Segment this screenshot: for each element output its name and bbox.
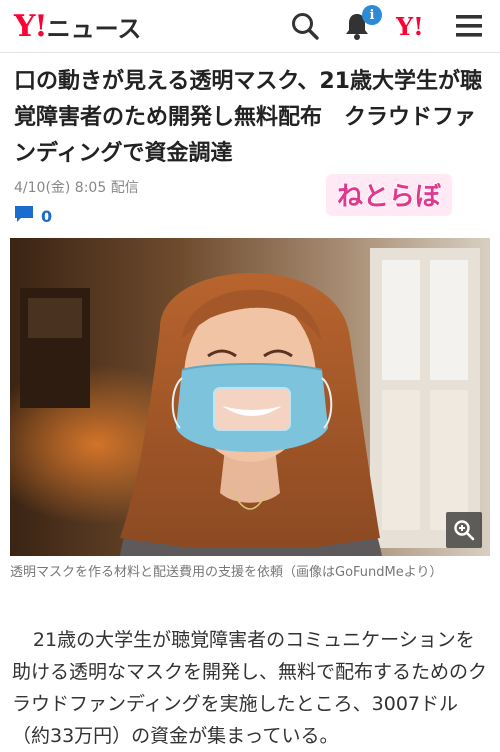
top-header: Y! ニュース i Y! [0, 0, 500, 53]
publish-date: 4/10(金) 8:05 配信 [14, 180, 139, 196]
source-logo[interactable]: ねとらぼ [326, 170, 452, 220]
comment-icon [14, 205, 34, 227]
logo-text: ニュース [46, 14, 142, 43]
comment-link[interactable]: 0 [14, 205, 52, 227]
svg-text:ねとらぼ: ねとらぼ [337, 182, 442, 212]
zoom-icon[interactable] [446, 512, 482, 548]
article-title: 口の動きが見える透明マスク、21歳大学生が聴覚障害者のため開発し無料配布 クラウ… [14, 69, 482, 166]
article-body: 21歳の大学生が聴覚障害者のコミュニケーションを助ける透明なマスクを開発し、無料… [12, 629, 488, 747]
comment-count: 0 [41, 206, 53, 226]
menu-icon[interactable] [452, 9, 486, 43]
yahoo-news-logo[interactable]: Y! ニュース [14, 8, 141, 44]
photo-caption: 透明マスクを作る材料と配送費用の支援を依頼（画像はGoFundMeより） [10, 565, 443, 580]
search-icon[interactable] [288, 9, 322, 43]
yahoo-logo[interactable]: Y! [396, 10, 424, 42]
logo-mark: Y! [14, 8, 48, 44]
notification-badge[interactable]: i [362, 5, 382, 25]
article-photo[interactable] [10, 238, 490, 556]
